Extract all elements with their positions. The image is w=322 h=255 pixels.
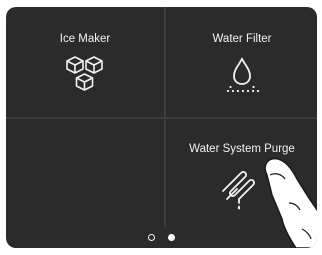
pointing-finger-icon: [264, 157, 317, 248]
control-panel-screen: Ice Maker Water Filter Water System Purg…: [6, 7, 317, 248]
